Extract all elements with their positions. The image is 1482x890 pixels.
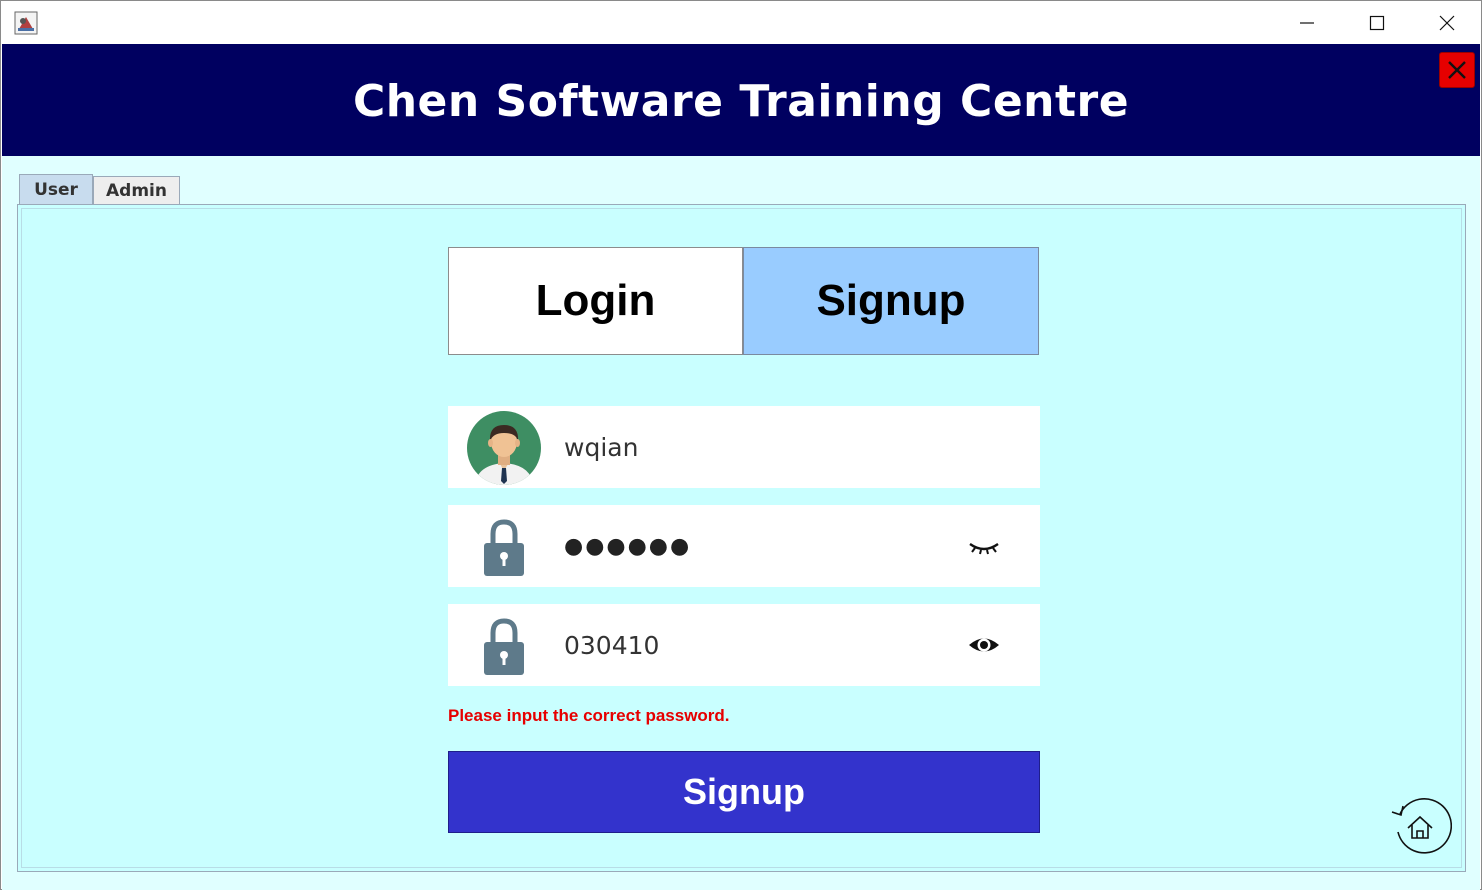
- app-header: Chen Software Training Centre: [2, 44, 1480, 156]
- minimize-button[interactable]: [1272, 2, 1342, 44]
- eye-open-icon[interactable]: [967, 630, 1001, 660]
- tab-user[interactable]: User: [19, 174, 93, 204]
- confirm-password-value: 030410: [564, 631, 660, 660]
- minimize-icon: [1300, 22, 1314, 24]
- signup-submit-button[interactable]: Signup: [448, 751, 1040, 833]
- close-icon: [1439, 15, 1455, 31]
- tab-admin[interactable]: Admin: [93, 176, 180, 204]
- confirm-password-field[interactable]: 030410: [448, 604, 1040, 686]
- exit-button[interactable]: [1439, 52, 1475, 88]
- maximize-button[interactable]: [1342, 2, 1412, 44]
- user-avatar-icon: [467, 411, 541, 485]
- eye-closed-icon[interactable]: [967, 531, 1001, 561]
- title-bar[interactable]: [2, 2, 1480, 44]
- signup-mode-button[interactable]: Signup: [743, 247, 1039, 355]
- lock-icon: [467, 510, 541, 584]
- close-icon: [1448, 61, 1466, 79]
- app-window: Chen Software Training Centre User Admin…: [0, 0, 1482, 890]
- close-window-button[interactable]: [1412, 2, 1482, 44]
- username-field[interactable]: wqian: [448, 406, 1040, 488]
- main-content: User Admin Login Signup wqian ●●●●●● 030…: [2, 156, 1480, 890]
- home-refresh-icon: [1391, 798, 1453, 854]
- java-app-icon: [14, 11, 38, 35]
- lock-icon: [467, 609, 541, 683]
- maximize-icon: [1369, 15, 1385, 31]
- login-mode-button[interactable]: Login: [448, 247, 743, 355]
- home-refresh-button[interactable]: [1388, 794, 1453, 858]
- password-field[interactable]: ●●●●●●: [448, 505, 1040, 587]
- app-title: Chen Software Training Centre: [352, 76, 1130, 127]
- error-message: Please input the correct password.: [448, 706, 730, 725]
- username-value: wqian: [564, 433, 639, 462]
- password-value: ●●●●●●: [564, 534, 692, 559]
